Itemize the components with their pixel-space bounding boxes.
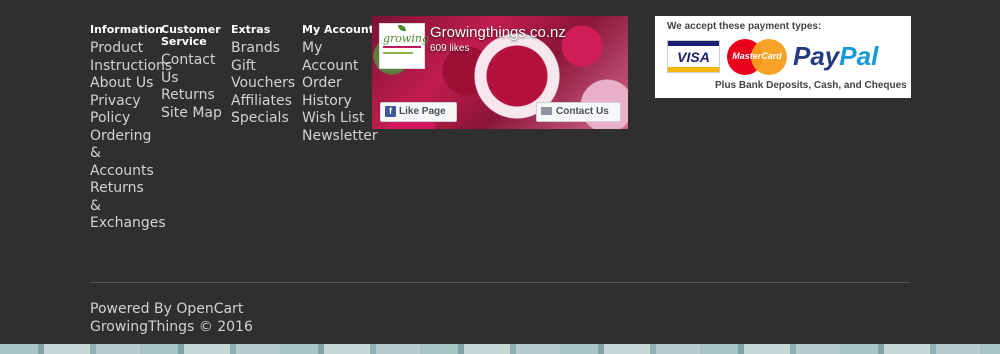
visa-label: VISA: [677, 49, 710, 65]
page-logo[interactable]: growing: [379, 23, 429, 69]
column-heading: Extras: [231, 23, 271, 36]
link-product-instructions[interactable]: Product Instructions: [90, 40, 172, 75]
facebook-page-name[interactable]: Growingthings.co.nz: [430, 24, 566, 41]
link-site-map[interactable]: Site Map: [161, 105, 227, 123]
link-returns-exchanges[interactable]: Returns & Exchanges: [90, 180, 166, 233]
footer-divider: [90, 282, 910, 283]
footer-column-my-account: My Account My Account Order History Wish…: [302, 23, 378, 146]
column-heading: My Account: [302, 23, 374, 36]
link-returns[interactable]: Returns: [161, 87, 227, 105]
link-about-us[interactable]: About Us: [90, 75, 158, 93]
column-heading: Customer Service: [161, 23, 221, 48]
paypal-logo: PayPal: [793, 41, 879, 71]
link-ordering-accounts[interactable]: Ordering & Accounts: [90, 128, 158, 181]
link-my-account[interactable]: My Account: [302, 40, 374, 75]
facebook-icon: f: [385, 105, 396, 117]
link-affiliates[interactable]: Affiliates: [231, 93, 297, 111]
contact-us-button[interactable]: Contact Us: [536, 102, 621, 122]
facebook-page-widget[interactable]: growing Growingthings.co.nz 609 likes fL…: [372, 16, 628, 129]
powered-by: Powered By OpenCart: [90, 301, 244, 317]
link-gift-vouchers[interactable]: Gift Vouchers: [231, 58, 297, 93]
payment-heading: We accept these payment types:: [667, 21, 822, 32]
logo-text: growing: [383, 32, 429, 45]
link-newsletter[interactable]: Newsletter: [302, 128, 378, 146]
opencart-link[interactable]: OpenCart: [176, 301, 243, 317]
footer-column-extras: Extras Brands Gift Vouchers Affiliates S…: [231, 24, 297, 128]
contact-us-label: Contact Us: [556, 106, 609, 117]
link-contact-us[interactable]: Contact Us: [161, 52, 227, 87]
wood-background-strip: [0, 344, 1000, 354]
like-page-label: Like Page: [399, 106, 446, 117]
copyright-text: GrowingThings © 2016: [90, 319, 253, 335]
footer-column-information: Information Product Instructions About U…: [90, 23, 172, 233]
visa-logo: VISA: [667, 40, 720, 73]
leaf-icon: [398, 25, 406, 31]
like-page-button[interactable]: f Like Page: [380, 102, 457, 122]
mastercard-label: MasterCard: [732, 51, 782, 61]
link-wish-list[interactable]: Wish List: [302, 110, 374, 128]
facebook-likes-count: 609 likes: [430, 43, 470, 54]
payment-types-banner: We accept these payment types: VISA Mast…: [655, 16, 911, 98]
mastercard-logo: MasterCard: [727, 39, 787, 75]
link-brands[interactable]: Brands: [231, 40, 297, 58]
link-order-history[interactable]: Order History: [302, 75, 374, 110]
site-footer: Information Product Instructions About U…: [0, 0, 1000, 344]
link-privacy-policy[interactable]: Privacy Policy: [90, 93, 158, 128]
payment-footnote: Plus Bank Deposits, Cash, and Cheques: [715, 80, 907, 91]
mail-icon: [541, 107, 552, 116]
link-specials[interactable]: Specials: [231, 110, 297, 128]
footer-column-customer-service: Customer Service Contact Us Returns Site…: [161, 24, 227, 122]
column-heading: Information: [90, 23, 163, 36]
